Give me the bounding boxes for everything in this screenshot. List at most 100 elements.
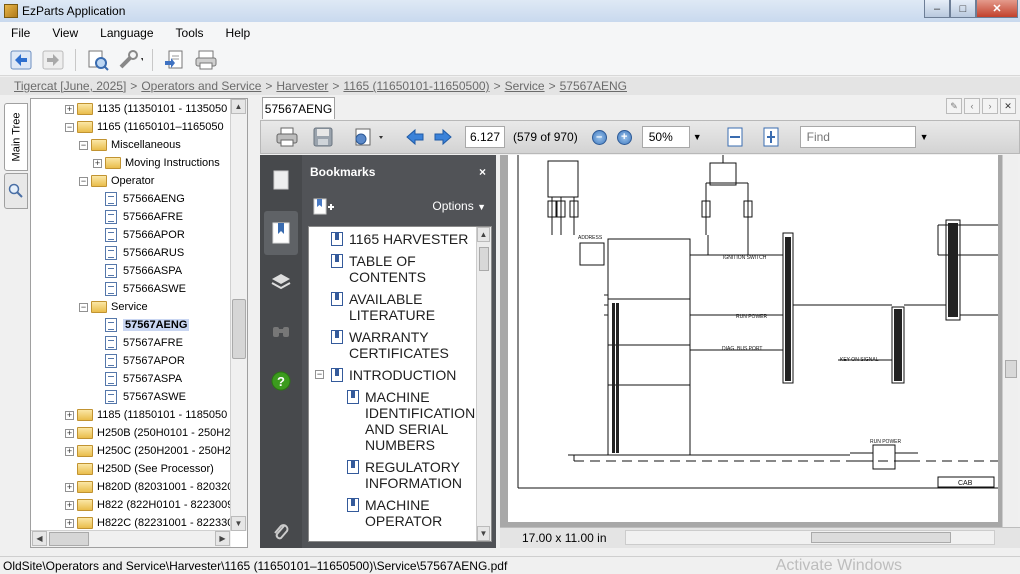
fit-page-button[interactable] (756, 124, 786, 150)
expand-icon[interactable]: + (65, 410, 74, 420)
tree-item[interactable]: 57566AFRE (93, 208, 183, 226)
chevron-down-icon[interactable]: ▼ (693, 132, 702, 142)
breadcrumb-link-service[interactable]: Service (505, 79, 545, 93)
bookmark-item[interactable]: MACHINE OPERATOR (365, 497, 473, 529)
tree-item[interactable]: 57566ASPA (93, 262, 182, 280)
maximize-button[interactable]: □ (950, 0, 976, 18)
menu-file[interactable]: File (0, 26, 41, 40)
zoom-in-button[interactable]: + (616, 129, 632, 145)
breadcrumb-link-harvester[interactable]: Harvester (276, 79, 328, 93)
menu-view[interactable]: View (41, 26, 89, 40)
close-window-button[interactable]: ✕ (976, 0, 1018, 18)
attachments-button[interactable] (269, 519, 293, 545)
expand-icon[interactable]: + (65, 500, 74, 510)
tab-prev-button[interactable]: ‹ (964, 98, 980, 114)
pdf-save-button[interactable] (305, 124, 341, 150)
bookmark-item[interactable]: REGULATORY INFORMATION (365, 459, 473, 491)
tree-horizontal-scrollbar[interactable]: ◀ ▶ (31, 530, 231, 547)
tree-item[interactable]: 57566ASWE (93, 280, 186, 298)
expand-icon[interactable]: + (65, 428, 74, 438)
scroll-up-button[interactable]: ▲ (477, 227, 490, 242)
print-button[interactable] (194, 48, 220, 72)
scroll-thumb[interactable] (811, 532, 951, 543)
collapse-icon[interactable]: − (79, 140, 88, 150)
zoom-level-input[interactable]: 50% (641, 126, 690, 148)
tree-item[interactable]: + H822 (822H0101 - 8223009 (65, 496, 233, 514)
tree-item[interactable]: + H250B (250H0101 - 250H20 (65, 424, 236, 442)
tree-item[interactable]: 57567APOR (93, 352, 185, 370)
pdf-vertical-scrollbar[interactable] (1002, 155, 1018, 527)
document-tab[interactable]: 57567AENG (262, 97, 335, 119)
tab-search[interactable] (4, 173, 28, 209)
tree-item[interactable]: +1185 (11850101 - 1185050 (65, 406, 227, 424)
back-button[interactable] (8, 48, 34, 72)
tree-item[interactable]: 57567ASPA (93, 370, 182, 388)
tree-item[interactable]: − Operator (79, 172, 154, 190)
fit-width-button[interactable] (720, 124, 750, 150)
tree-item[interactable]: 57566APOR (93, 226, 185, 244)
scroll-up-button[interactable]: ▲ (231, 99, 246, 114)
scroll-down-button[interactable]: ▼ (477, 526, 490, 541)
find-input[interactable]: Find (799, 126, 916, 148)
pdf-horizontal-scrollbar[interactable] (625, 530, 995, 545)
pdf-share-button[interactable] (347, 124, 391, 150)
tree-item[interactable]: + H820D (82031001 - 820320 (65, 478, 233, 496)
collapse-icon[interactable]: − (315, 370, 324, 379)
menu-tools[interactable]: Tools (165, 26, 215, 40)
scroll-left-button[interactable]: ◀ (32, 531, 47, 546)
bookmark-item[interactable]: WARRANTY CERTIFICATES (349, 329, 469, 361)
collapse-icon[interactable]: − (79, 176, 88, 186)
collapse-icon[interactable]: − (79, 302, 88, 312)
expand-icon[interactable]: + (65, 104, 74, 114)
collapse-icon[interactable]: − (65, 122, 74, 132)
bookmark-item[interactable]: AVAILABLE LITERATURE (349, 291, 469, 323)
scroll-down-button[interactable]: ▼ (231, 516, 246, 531)
tree-item[interactable]: +1135 (11350101 - 1135050 (65, 100, 227, 118)
tree-item[interactable]: 57567ASWE (93, 388, 186, 406)
tree-item[interactable]: − Service (79, 298, 148, 316)
prev-page-button[interactable] (401, 124, 429, 150)
tree-item[interactable]: 57567AENG (93, 316, 190, 334)
bookmark-item[interactable]: INTRODUCTION (349, 367, 469, 383)
layers-panel-button[interactable] (269, 269, 293, 295)
scroll-thumb[interactable] (232, 299, 246, 359)
breadcrumb-link-1165[interactable]: 1165 (11650101-11650500) (343, 79, 489, 93)
tab-close-button[interactable]: ✕ (1000, 98, 1016, 114)
bookmarks-close-button[interactable]: × (479, 165, 486, 179)
scroll-thumb[interactable] (479, 247, 489, 271)
help-button[interactable]: ? (269, 368, 293, 394)
bookmark-item[interactable]: TABLE OF CONTENTS (349, 253, 469, 285)
attachments-search-button[interactable] (269, 318, 293, 344)
breadcrumb-link-document[interactable]: 57567AENG (560, 79, 627, 93)
bookmark-item[interactable]: MACHINE IDENTIFICATION AND SERIAL NUMBER… (365, 389, 475, 453)
pdf-print-button[interactable] (269, 124, 305, 150)
tree-item[interactable]: 57567AFRE (93, 334, 183, 352)
tab-next-button[interactable]: › (982, 98, 998, 114)
scroll-thumb[interactable] (49, 532, 89, 546)
expand-icon[interactable]: + (65, 446, 74, 456)
forward-button[interactable] (40, 48, 66, 72)
scroll-thumb[interactable] (1005, 360, 1017, 378)
breadcrumb-link-tigercat[interactable]: Tigercat [June, 2025] (14, 79, 126, 93)
bookmark-item[interactable]: 1165 HARVESTER (349, 231, 469, 247)
tree-item[interactable]: + Moving Instructions (93, 154, 220, 172)
expand-icon[interactable]: + (93, 158, 102, 168)
tree-item[interactable]: H250D (See Processor) (65, 460, 214, 478)
expand-icon[interactable]: + (65, 518, 74, 528)
tree-vertical-scrollbar[interactable]: ▲ ▼ (230, 99, 247, 531)
scroll-right-button[interactable]: ▶ (215, 531, 230, 546)
export-button[interactable] (162, 48, 188, 72)
bookmarks-panel-button[interactable] (264, 211, 298, 255)
chevron-down-icon[interactable]: ▼ (920, 132, 929, 142)
menu-help[interactable]: Help (215, 26, 262, 40)
bookmarks-scrollbar[interactable]: ▲ ▼ (476, 227, 491, 541)
tree-item[interactable]: + H250C (250H2001 - 250H22 (65, 442, 237, 460)
breadcrumb-link-operators-service[interactable]: Operators and Service (141, 79, 261, 93)
tree-item[interactable]: − Miscellaneous (79, 136, 181, 154)
expand-icon[interactable]: + (65, 482, 74, 492)
minimize-button[interactable]: – (924, 0, 950, 18)
pages-panel-button[interactable] (269, 167, 293, 193)
find-document-button[interactable] (85, 48, 111, 72)
page-number-input[interactable]: 6.127 (465, 126, 505, 148)
tab-main-tree[interactable]: Main Tree (4, 103, 28, 171)
